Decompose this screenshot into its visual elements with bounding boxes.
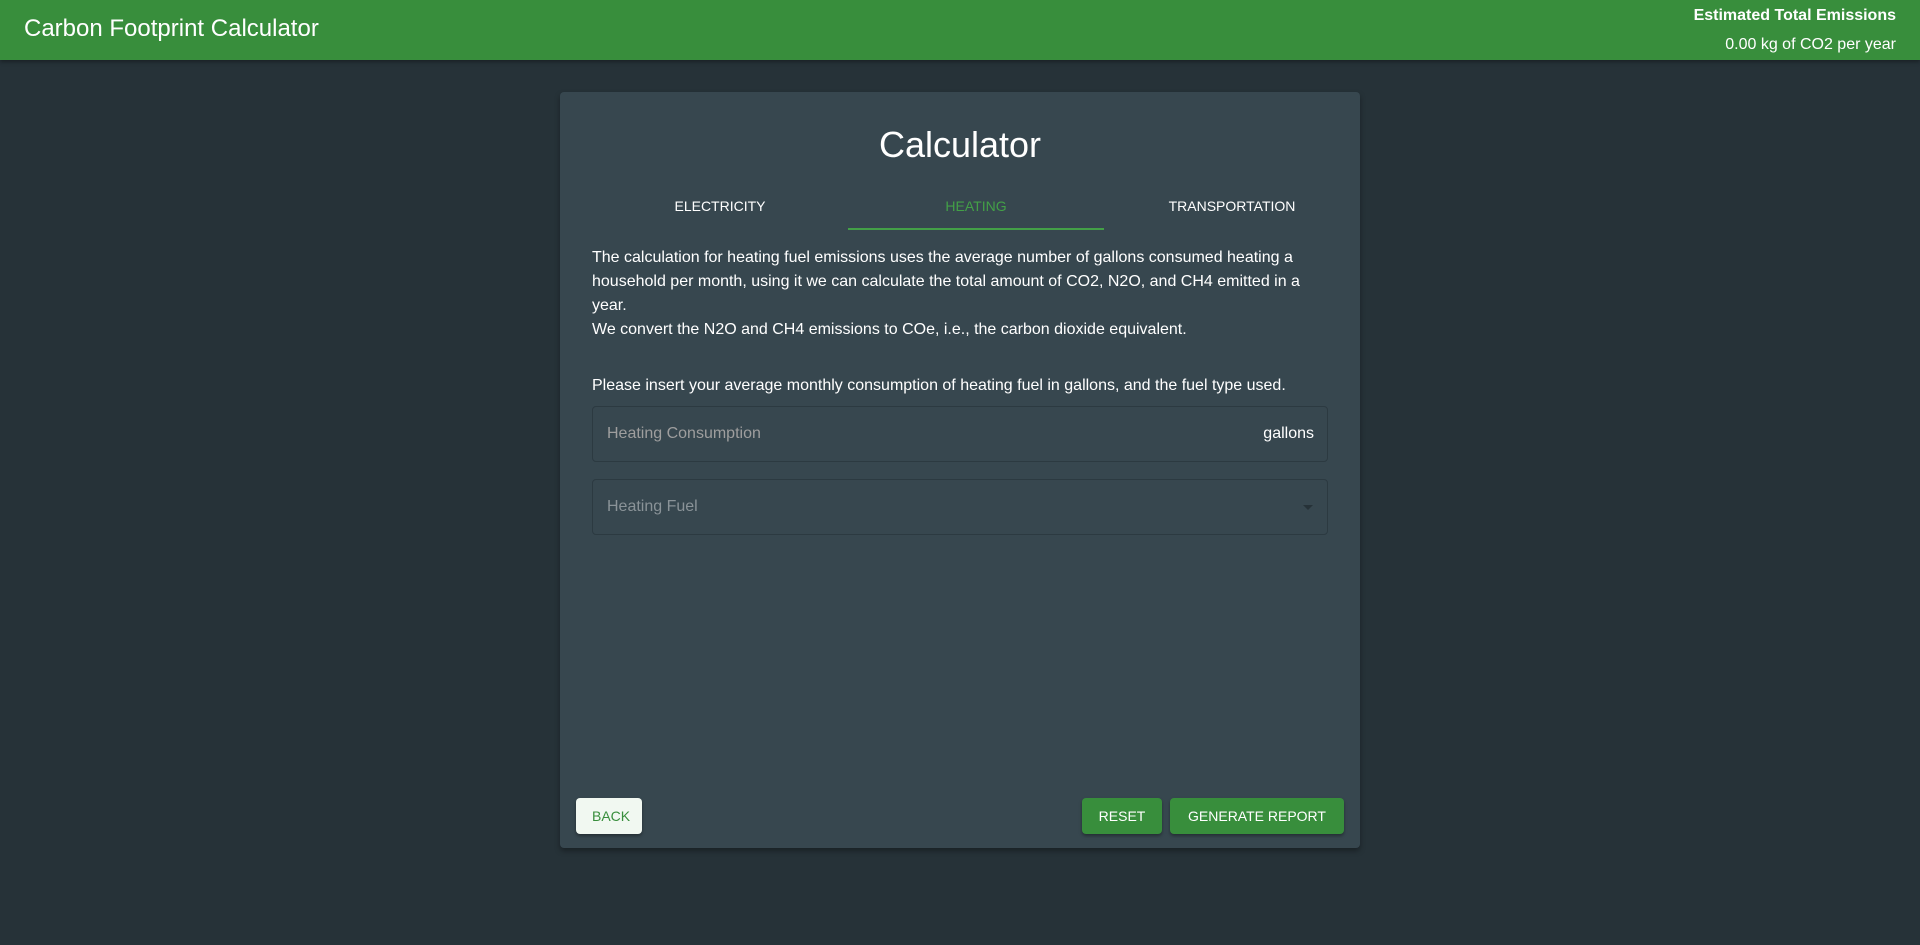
calculator-title: Calculator bbox=[878, 124, 1042, 165]
tab-transportation[interactable]: TRANSPORTATION bbox=[1104, 190, 1360, 230]
heating-consumption-field: gallons bbox=[592, 406, 1328, 462]
emissions-summary: Estimated Total Emissions 0.00 kg of CO2… bbox=[1694, 6, 1896, 55]
tab-heating[interactable]: HEATING bbox=[848, 190, 1104, 230]
back-button[interactable]: BACK bbox=[576, 798, 642, 834]
heating-consumption-input[interactable] bbox=[593, 407, 1327, 461]
tab-electricity[interactable]: ELECTRICITY bbox=[592, 190, 848, 230]
heating-fuel-select[interactable]: Heating Fuel bbox=[592, 479, 1328, 535]
heating-fuel-placeholder: Heating Fuel bbox=[607, 498, 698, 515]
description-paragraph-1: The calculation for heating fuel emissio… bbox=[592, 249, 1300, 314]
reset-button[interactable]: RESET bbox=[1082, 798, 1162, 834]
consumption-prompt: Please insert your average monthly consu… bbox=[592, 377, 1286, 394]
emissions-title: Estimated Total Emissions bbox=[1693, 7, 1896, 24]
app-bar: Carbon Footprint Calculator Estimated To… bbox=[0, 0, 1920, 60]
chevron-down-icon bbox=[1303, 505, 1313, 510]
heating-description: The calculation for heating fuel emissio… bbox=[592, 246, 1328, 342]
calculator-tabs: ELECTRICITY HEATING TRANSPORTATION bbox=[592, 190, 1360, 230]
description-paragraph-2: We convert the N2O and CH4 emissions to … bbox=[592, 321, 1187, 338]
emissions-value: 0.00 kg of CO2 per year bbox=[1725, 36, 1896, 53]
gallons-unit-label: gallons bbox=[1263, 425, 1314, 442]
app-title: Carbon Footprint Calculator bbox=[24, 15, 319, 42]
generate-report-button[interactable]: GENERATE REPORT bbox=[1170, 798, 1344, 834]
